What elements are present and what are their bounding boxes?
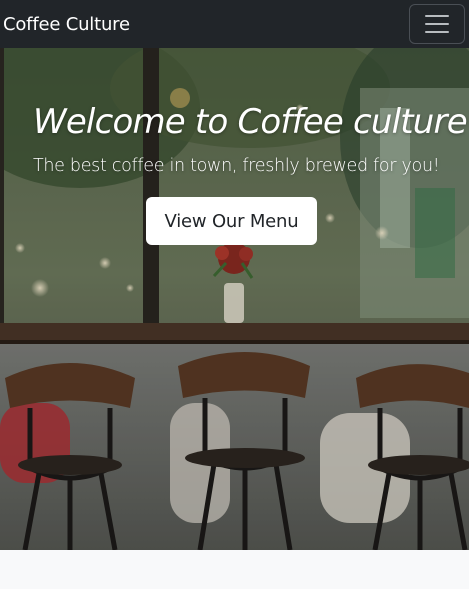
navbar-toggle-button[interactable] bbox=[409, 4, 465, 44]
hero-section: Welcome to Coffee culture The best coffe… bbox=[0, 48, 469, 550]
page-footer-area bbox=[0, 550, 469, 589]
hamburger-menu-icon bbox=[425, 15, 449, 17]
hero-subtitle: The best coffee in town, freshly brewed … bbox=[33, 156, 440, 176]
brand-link[interactable]: Coffee Culture bbox=[3, 14, 130, 35]
navbar: Coffee Culture bbox=[0, 0, 469, 48]
hero-title: Welcome to Coffee culture bbox=[33, 102, 468, 142]
view-menu-button[interactable]: View Our Menu bbox=[146, 197, 317, 245]
